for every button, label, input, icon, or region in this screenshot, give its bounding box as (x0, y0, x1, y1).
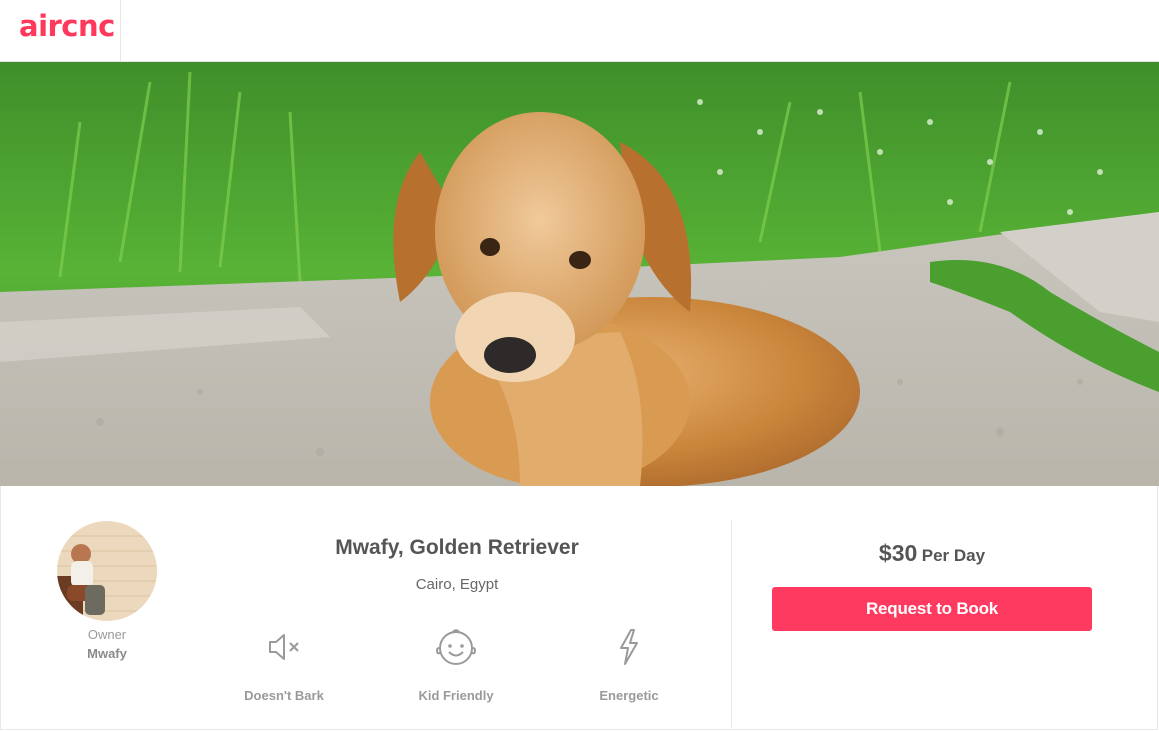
feature-label: Energetic (599, 688, 659, 703)
listing-details: Owner Mwafy Mwafy, Golden Retriever Cair… (0, 486, 1159, 731)
feature-kid-friendly: Kid Friendly (386, 626, 526, 703)
logo-cell: aircnc (0, 0, 121, 62)
owner-name[interactable]: Mwafy (57, 646, 157, 661)
request-to-book-button[interactable]: Request to Book (772, 587, 1092, 631)
listing-location: Cairo, Egypt (415, 576, 499, 593)
section-divider (731, 520, 732, 728)
feature-label: Kid Friendly (418, 688, 494, 703)
dog-photo-illustration (0, 62, 1159, 486)
feature-label: Doesn't Bark (244, 688, 324, 703)
aircnc-logo[interactable]: aircnc (19, 9, 115, 43)
owner-label: Owner (87, 627, 127, 642)
hero-dog-photo (0, 62, 1159, 486)
owner-avatar[interactable] (57, 521, 157, 621)
price-display: $30 Per Day (772, 540, 1092, 567)
muted-speaker-icon (269, 634, 299, 660)
listing-title: Mwafy, Golden Retriever (335, 536, 579, 559)
feature-doesnt-bark: Doesn't Bark (214, 626, 354, 703)
smiling-baby-icon (435, 629, 477, 665)
owner-photo-illustration (57, 521, 157, 621)
price-amount: $30 (878, 540, 918, 566)
top-navbar: aircnc (0, 0, 1159, 62)
feature-energetic: Energetic (559, 626, 699, 703)
lightning-bolt-icon (620, 629, 638, 665)
price-unit: Per Day (921, 546, 986, 565)
